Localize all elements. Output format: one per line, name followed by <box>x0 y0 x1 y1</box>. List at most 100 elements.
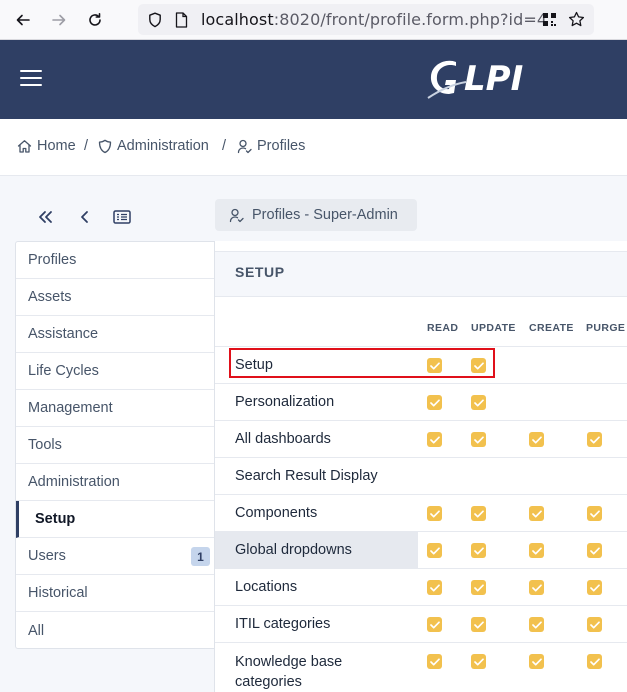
table-row: ITIL categories <box>215 605 627 642</box>
list-view-button[interactable] <box>110 205 134 229</box>
check-icon <box>531 583 542 592</box>
check-icon <box>531 546 542 555</box>
read-checkbox[interactable] <box>427 432 442 447</box>
table-row: Search Result Display <box>215 457 627 494</box>
check-icon <box>429 583 440 592</box>
breadcrumb-administration[interactable]: Administration <box>98 138 209 154</box>
table-row: Global dropdowns <box>215 531 627 569</box>
read-checkbox[interactable] <box>427 506 442 521</box>
setup-rights-panel: SETUP READ UPDATE CREATE PURGE Setup Pers… <box>214 241 627 692</box>
read-checkbox[interactable] <box>427 654 442 669</box>
tab-label: All <box>28 622 45 639</box>
row-label: Locations <box>235 579 298 595</box>
row-label: Knowledge base categories <box>235 654 343 690</box>
breadcrumb-profiles[interactable]: Profiles <box>237 138 305 154</box>
url-bar[interactable]: localhost:8020/front/profile.form.php?id… <box>138 4 594 35</box>
purge-checkbox[interactable] <box>587 617 602 632</box>
url-host: localhost <box>201 10 274 29</box>
tab-profiles[interactable]: Profiles <box>16 242 214 279</box>
tab-administration[interactable]: Administration <box>16 464 214 501</box>
tab-label: Management <box>28 400 113 416</box>
tab-historical[interactable]: Historical <box>16 575 214 612</box>
check-icon <box>473 435 484 444</box>
create-checkbox[interactable] <box>529 506 544 521</box>
table-row: Personalization <box>215 383 627 420</box>
tab-label: Assets <box>28 289 72 305</box>
previous-item-button[interactable] <box>73 205 97 229</box>
check-icon <box>589 657 600 666</box>
item-title-badge: Profiles - Super-Admin <box>215 199 417 231</box>
update-checkbox[interactable] <box>471 654 486 669</box>
read-checkbox[interactable] <box>427 395 442 410</box>
tab-label: Administration <box>28 474 120 490</box>
update-checkbox[interactable] <box>471 432 486 447</box>
home-icon <box>17 139 32 153</box>
read-checkbox[interactable] <box>427 543 442 558</box>
check-icon <box>429 657 440 666</box>
purge-checkbox[interactable] <box>587 506 602 521</box>
profile-tabs: Profiles Assets Assistance Life Cycles M… <box>15 241 215 649</box>
tab-setup[interactable]: Setup <box>16 501 214 538</box>
column-header-create: CREATE <box>529 322 574 334</box>
page-icon <box>175 12 188 28</box>
qr-code-icon <box>543 13 556 26</box>
list-icon <box>113 210 131 224</box>
row-label: Personalization <box>235 394 335 410</box>
column-header-update: UPDATE <box>471 322 516 334</box>
create-checkbox[interactable] <box>529 432 544 447</box>
browser-toolbar: localhost:8020/front/profile.form.php?id… <box>0 0 627 40</box>
back-button[interactable] <box>11 8 35 32</box>
purge-checkbox[interactable] <box>587 543 602 558</box>
tab-assistance[interactable]: Assistance <box>16 316 214 353</box>
tab-label: Assistance <box>28 326 99 342</box>
tab-label: Historical <box>28 585 88 601</box>
chevron-left-icon <box>81 211 88 223</box>
create-checkbox[interactable] <box>529 654 544 669</box>
menu-toggle-button[interactable] <box>20 68 42 88</box>
update-checkbox[interactable] <box>471 506 486 521</box>
url-text[interactable]: localhost:8020/front/profile.form.php?id… <box>201 10 547 29</box>
forward-button[interactable] <box>47 8 71 32</box>
url-path: :8020/front/profile.form.php?id=4 <box>273 10 548 29</box>
check-icon <box>429 398 440 407</box>
check-icon <box>473 657 484 666</box>
read-checkbox[interactable] <box>427 580 442 595</box>
tab-label: Users <box>28 548 66 564</box>
tab-all[interactable]: All <box>16 612 214 649</box>
create-checkbox[interactable] <box>529 580 544 595</box>
update-checkbox[interactable] <box>471 580 486 595</box>
create-checkbox[interactable] <box>529 617 544 632</box>
update-checkbox[interactable] <box>471 395 486 410</box>
breadcrumb-home[interactable]: Home <box>17 138 76 154</box>
check-icon <box>429 546 440 555</box>
check-icon <box>589 435 600 444</box>
shield-icon <box>149 12 161 28</box>
read-checkbox[interactable] <box>427 617 442 632</box>
glpi-logo[interactable]: LPI <box>426 54 530 107</box>
tab-tools[interactable]: Tools <box>16 427 214 464</box>
tab-assets[interactable]: Assets <box>16 279 214 316</box>
update-checkbox[interactable] <box>471 543 486 558</box>
first-item-button[interactable] <box>33 205 57 229</box>
check-icon <box>473 583 484 592</box>
check-icon <box>473 509 484 518</box>
update-checkbox[interactable] <box>471 617 486 632</box>
create-checkbox[interactable] <box>529 543 544 558</box>
row-label: Components <box>235 505 318 521</box>
purge-checkbox[interactable] <box>587 654 602 669</box>
breadcrumb-administration-label: Administration <box>117 138 209 154</box>
tab-users[interactable]: Users 1 <box>16 538 214 575</box>
breadcrumb: Home / Administration / Profiles <box>0 119 627 176</box>
tab-life-cycles[interactable]: Life Cycles <box>16 353 214 390</box>
highlight-box <box>229 348 495 378</box>
row-label: Global dropdowns <box>235 542 352 558</box>
breadcrumb-separator: / <box>84 138 89 154</box>
reload-button[interactable] <box>83 8 107 32</box>
tab-management[interactable]: Management <box>16 390 214 427</box>
chevrons-left-icon <box>39 211 52 223</box>
row-label: Search Result Display <box>235 468 378 484</box>
purge-checkbox[interactable] <box>587 580 602 595</box>
purge-checkbox[interactable] <box>587 432 602 447</box>
tab-label: Life Cycles <box>28 363 99 379</box>
breadcrumb-separator: / <box>222 138 227 154</box>
